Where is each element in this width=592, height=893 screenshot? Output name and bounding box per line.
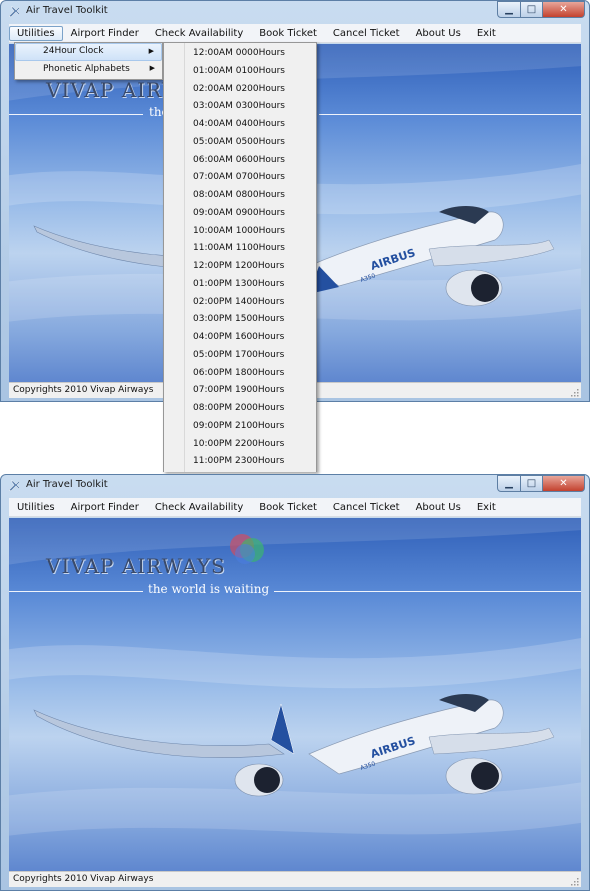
maximize-icon: □ — [526, 4, 537, 15]
clock-menu-item[interactable]: 09:00AM 0900Hours — [164, 205, 318, 223]
menu-book-ticket[interactable]: Book Ticket — [251, 26, 325, 41]
minimize-icon: ▁ — [505, 478, 513, 489]
minimize-icon: ▁ — [505, 4, 513, 15]
chevron-right-icon: ▶ — [149, 64, 155, 72]
close-button[interactable]: ✕ — [543, 475, 585, 492]
airline-logo-text: VIVAP AIRWAYS — [46, 554, 226, 578]
clock-menu-item[interactable]: 07:00PM 1900Hours — [164, 382, 318, 400]
menu-bar: Utilities Airport Finder Check Availabil… — [9, 24, 581, 43]
minimize-button[interactable]: ▁ — [497, 1, 521, 18]
clock-menu-item[interactable]: 07:00AM 0700Hours — [164, 169, 318, 187]
clock-menu-item[interactable]: 04:00AM 0400Hours — [164, 116, 318, 134]
screenshot-menu-open: Air Travel Toolkit ▁ □ ✕ Utilities Airpo… — [0, 0, 592, 472]
airplane-icon — [8, 6, 21, 18]
menu-cancel-ticket[interactable]: Cancel Ticket — [325, 26, 408, 41]
resize-grip-icon[interactable] — [570, 877, 579, 886]
minimize-button[interactable]: ▁ — [497, 475, 521, 492]
menu-exit[interactable]: Exit — [469, 500, 504, 515]
close-button[interactable]: ✕ — [543, 1, 585, 18]
menu-about-us[interactable]: About Us — [408, 500, 469, 515]
clock-menu-item[interactable]: 12:00AM 0000Hours — [164, 45, 318, 63]
resize-grip-icon[interactable] — [570, 388, 579, 397]
window-controls: ▁ □ ✕ — [497, 475, 585, 492]
close-icon: ✕ — [559, 478, 568, 489]
clock-menu-item[interactable]: 10:00PM 2200Hours — [164, 436, 318, 454]
window-title: Air Travel Toolkit — [26, 479, 108, 490]
clock-menu-item[interactable]: 03:00AM 0300Hours — [164, 98, 318, 116]
banner-divider-left — [9, 114, 143, 115]
menu-item-label: Phonetic Alphabets — [43, 64, 130, 74]
clock-menu-item[interactable]: 08:00AM 0800Hours — [164, 187, 318, 205]
menu-book-ticket[interactable]: Book Ticket — [251, 500, 325, 515]
title-bar[interactable]: Air Travel Toolkit ▁ □ ✕ — [1, 475, 589, 497]
menu-item-phonetic-alphabets[interactable]: Phonetic Alphabets ▶ — [15, 61, 162, 79]
chevron-right-icon: ▶ — [148, 47, 154, 55]
clock-menu-item[interactable]: 12:00PM 1200Hours — [164, 258, 318, 276]
menu-utilities[interactable]: Utilities — [9, 25, 63, 41]
menu-item-24hour-clock[interactable]: 24Hour Clock ▶ — [15, 43, 162, 61]
banner-divider-right — [274, 591, 581, 592]
airplane-icon — [8, 480, 21, 492]
clock-menu-item[interactable]: 08:00PM 2000Hours — [164, 400, 318, 418]
clock-menu-item[interactable]: 11:00AM 1100Hours — [164, 240, 318, 258]
banner-area: AIRBUS A350 VIVAP AIRWAYS the world is w… — [9, 518, 581, 871]
clock-menu-item[interactable]: 10:00AM 1000Hours — [164, 223, 318, 241]
banner-tagline: the world is waiting — [148, 582, 270, 596]
banner-divider-right — [319, 114, 581, 115]
menu-check-availability[interactable]: Check Availability — [147, 500, 251, 515]
banner-divider-left — [9, 591, 143, 592]
menu-exit[interactable]: Exit — [469, 26, 504, 41]
clock-menu-item[interactable]: 06:00PM 1800Hours — [164, 365, 318, 383]
menu-item-label: 24Hour Clock — [43, 46, 104, 56]
clock-menu-item[interactable]: 09:00PM 2100Hours — [164, 418, 318, 436]
menu-about-us[interactable]: About Us — [408, 26, 469, 41]
title-bar[interactable]: Air Travel Toolkit ▁ □ ✕ — [1, 1, 589, 23]
menu-check-availability[interactable]: Check Availability — [147, 26, 251, 41]
maximize-button[interactable]: □ — [521, 475, 543, 492]
menu-utilities[interactable]: Utilities — [9, 500, 63, 515]
clock-menu-item[interactable]: 01:00PM 1300Hours — [164, 276, 318, 294]
screenshot-default: Air Travel Toolkit ▁ □ ✕ Utilities Airpo… — [0, 474, 592, 893]
clock-menu-item[interactable]: 04:00PM 1600Hours — [164, 329, 318, 347]
clock-menu-item[interactable]: 05:00PM 1700Hours — [164, 347, 318, 365]
menu-airport-finder[interactable]: Airport Finder — [63, 26, 147, 41]
clock-menu-item[interactable]: 05:00AM 0500Hours — [164, 134, 318, 152]
menu-cancel-ticket[interactable]: Cancel Ticket — [325, 500, 408, 515]
status-bar: Copyrights 2010 Vivap Airways — [9, 871, 581, 887]
app-window: Air Travel Toolkit ▁ □ ✕ Utilities Airpo… — [0, 474, 590, 891]
clock-submenu: 12:00AM 0000Hours 01:00AM 0100Hours 02:00A… — [163, 42, 317, 472]
maximize-button[interactable]: □ — [521, 1, 543, 18]
clock-menu-item[interactable]: 02:00PM 1400Hours — [164, 294, 318, 312]
close-icon: ✕ — [559, 4, 568, 15]
clock-menu-item[interactable]: 06:00AM 0600Hours — [164, 152, 318, 170]
status-text: Copyrights 2010 Vivap Airways — [13, 385, 154, 395]
clock-menu-item[interactable]: 02:00AM 0200Hours — [164, 81, 318, 99]
clock-menu-item[interactable]: 01:00AM 0100Hours — [164, 63, 318, 81]
status-text: Copyrights 2010 Vivap Airways — [13, 874, 154, 884]
clock-menu-item[interactable]: 11:00PM 2300Hours — [164, 453, 318, 471]
clock-menu-item[interactable]: 03:00PM 1500Hours — [164, 311, 318, 329]
clock-list: 12:00AM 0000Hours 01:00AM 0100Hours 02:00A… — [164, 45, 318, 471]
maximize-icon: □ — [526, 478, 537, 489]
window-title: Air Travel Toolkit — [26, 5, 108, 16]
menu-bar: Utilities Airport Finder Check Availabil… — [9, 498, 581, 517]
utilities-submenu: 24Hour Clock ▶ Phonetic Alphabets ▶ — [14, 42, 163, 80]
menu-airport-finder[interactable]: Airport Finder — [63, 500, 147, 515]
window-controls: ▁ □ ✕ — [497, 1, 585, 18]
